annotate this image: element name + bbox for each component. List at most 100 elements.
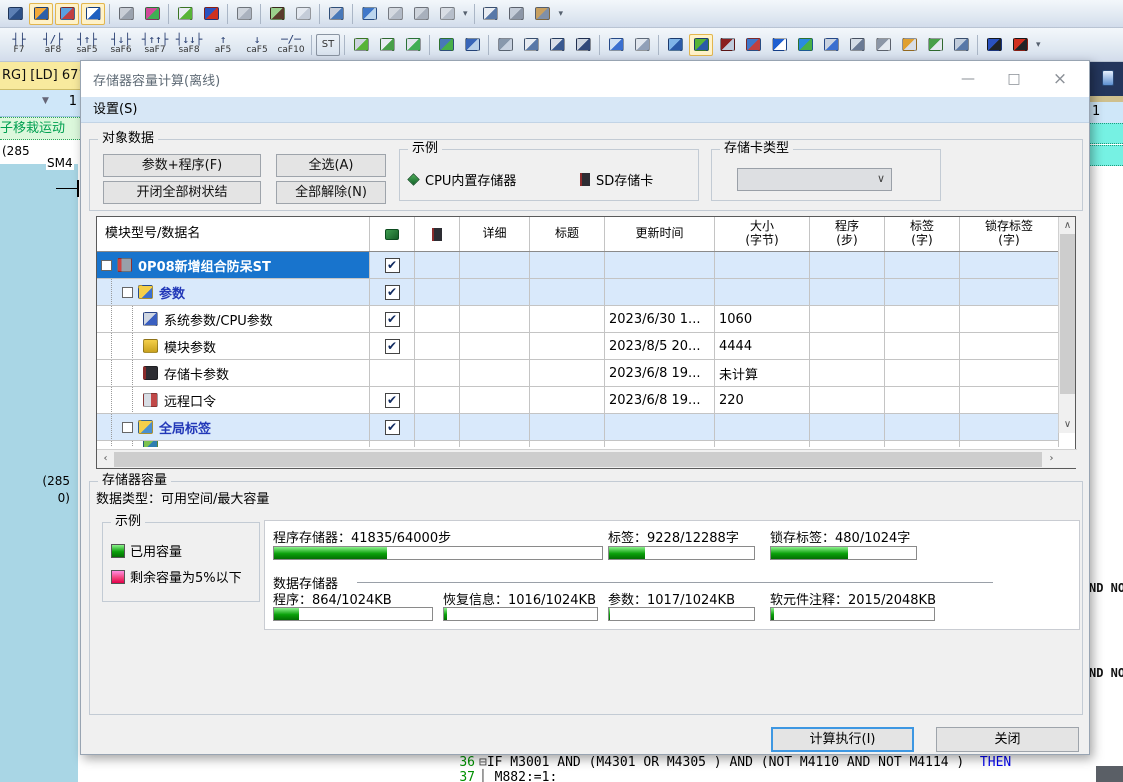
pulse-close-button[interactable]: ┤↓↓├saF8 [173, 30, 205, 60]
close-button[interactable]: 关闭 [936, 727, 1079, 752]
open-contact-button[interactable]: ┤├F7 [3, 30, 35, 60]
scroll-left-icon[interactable]: ‹ [97, 450, 114, 469]
vertical-scrollbar[interactable]: ∧ ∨ [1058, 217, 1075, 433]
rebuild-all-icon[interactable] [140, 3, 164, 25]
statement-edit-icon[interactable] [434, 34, 458, 56]
pulse-open-button[interactable]: ┤↑↑├saF7 [139, 30, 171, 60]
list-view-icon[interactable] [479, 3, 503, 25]
invert-result-button[interactable]: ─/─caF10 [275, 30, 307, 60]
offline-gray-icon[interactable] [232, 3, 256, 25]
find-edit-icon[interactable] [741, 34, 765, 56]
drop-1-icon[interactable] [291, 3, 315, 25]
save-red-icon[interactable] [1008, 34, 1032, 56]
check-list-icon[interactable] [923, 34, 947, 56]
card-type-select[interactable]: ∨ [737, 168, 892, 191]
cpu-memory-checkbox[interactable]: ✔ [385, 285, 400, 300]
table-row[interactable]: 远程口令✔2023/6/8 19...220 [97, 387, 1059, 414]
note-open-icon[interactable] [375, 34, 399, 56]
cpu-memory-checkbox[interactable]: ✔ [385, 393, 400, 408]
tree-expand-box[interactable] [122, 287, 133, 298]
user-lib-icon[interactable] [531, 3, 555, 25]
binocular-gray-icon[interactable] [409, 3, 433, 25]
scroll-right-icon[interactable]: › [1043, 450, 1060, 469]
build-gray-icon[interactable] [114, 3, 138, 25]
close-contact-button[interactable]: ┤/├aF8 [37, 30, 69, 60]
rising-edge-button[interactable]: ↑aF5 [207, 30, 239, 60]
overflow-chevron-icon[interactable]: ▾ [1036, 40, 1041, 50]
save-blue-icon[interactable] [982, 34, 1006, 56]
cpu-memory-checkbox[interactable]: ✔ [385, 339, 400, 354]
dav-transfer-icon[interactable] [793, 34, 817, 56]
watch-window-icon[interactable] [357, 3, 381, 25]
chevron-down-icon[interactable]: ▼ [42, 96, 49, 106]
dialog-titlebar[interactable]: 存储器容量计算(离线) — □ × [81, 61, 1089, 97]
close-branch-button[interactable]: ┤↓├saF6 [105, 30, 137, 60]
select-all-button[interactable]: 全选(A) [276, 154, 386, 177]
table-row[interactable]: 全局标签✔ [97, 414, 1059, 441]
add-row-icon[interactable] [819, 34, 843, 56]
menu-settings[interactable]: 设置(S) [93, 102, 137, 117]
table-row[interactable] [97, 441, 1059, 447]
open-branch-button[interactable]: ┤↑├saF5 [71, 30, 103, 60]
st-editor-button[interactable]: ST [316, 34, 340, 56]
find-ladder-icon[interactable] [715, 34, 739, 56]
fold-icon[interactable]: ⊟ [479, 755, 487, 770]
insert-line-icon[interactable] [604, 34, 628, 56]
param-program-button[interactable]: 参数+程序(F) [103, 154, 261, 177]
coil-edit-icon[interactable] [349, 34, 373, 56]
table-row[interactable]: 模块参数✔2023/8/5 20...4444 [97, 333, 1059, 360]
align-list-icon[interactable] [871, 34, 895, 56]
watch-start-icon[interactable] [29, 3, 53, 25]
comment-find-icon[interactable] [949, 34, 973, 56]
cpu-memory-checkbox[interactable]: ✔ [385, 258, 400, 273]
doc-search-icon[interactable] [545, 34, 569, 56]
minimize-button[interactable]: — [945, 61, 991, 97]
io-check-icon[interactable] [199, 3, 223, 25]
tree-guide [132, 360, 133, 386]
deselect-all-button[interactable]: 全部解除(N) [276, 181, 386, 204]
table-row[interactable]: 存储卡参数2023/6/8 19...未计算 [97, 360, 1059, 387]
doc-search2-icon[interactable] [571, 34, 595, 56]
calculate-execute-button[interactable]: 计算执行(I) [771, 727, 914, 752]
scroll-down-icon[interactable]: ∨ [1059, 416, 1076, 433]
tree-expand-box[interactable] [122, 422, 133, 433]
device-eye-icon[interactable] [265, 3, 289, 25]
table-row[interactable]: 系统参数/CPU参数✔2023/6/30 1...1060 [97, 306, 1059, 333]
overflow-chevron-icon[interactable]: ▾ [559, 9, 564, 19]
doc-read-icon[interactable] [519, 34, 543, 56]
close-icon[interactable]: × [1037, 61, 1083, 97]
overflow-chevron-icon[interactable]: ▾ [463, 9, 468, 19]
tree-expand-icon[interactable] [663, 34, 687, 56]
battery-gray-icon[interactable] [435, 3, 459, 25]
grid-view-icon[interactable] [505, 3, 529, 25]
statement-table-icon[interactable] [460, 34, 484, 56]
falling-edge-button[interactable]: ↓caF5 [241, 30, 273, 60]
latch-cell [960, 441, 1059, 447]
scrollbar-thumb[interactable] [1060, 234, 1075, 394]
dav-search-icon[interactable] [767, 34, 791, 56]
del-row-icon[interactable] [845, 34, 869, 56]
table-row[interactable]: 参数✔ [97, 279, 1059, 306]
element-list-icon[interactable] [81, 3, 105, 25]
tree-edit-icon[interactable] [689, 34, 713, 56]
undo-list-icon[interactable] [897, 34, 921, 56]
cpu-memory-checkbox[interactable]: ✔ [385, 312, 400, 327]
find-device-icon[interactable] [324, 3, 348, 25]
dm-param-bar [608, 607, 755, 621]
table-row[interactable]: 0P08新增组合防呆ST✔ [97, 252, 1059, 279]
edit-mode-icon[interactable] [173, 3, 197, 25]
delete-line-icon[interactable] [630, 34, 654, 56]
watch-stop-icon[interactable] [55, 3, 79, 25]
maximize-button[interactable]: □ [991, 61, 1037, 97]
toggle-tree-button[interactable]: 开闭全部树状结 [103, 181, 261, 204]
dock-gray-icon[interactable] [383, 3, 407, 25]
monitor-window-icon[interactable] [3, 3, 27, 25]
editor-tab[interactable]: RG] [LD] 671 [0, 62, 80, 90]
scroll-up-icon[interactable]: ∧ [1059, 217, 1076, 234]
tree-expand-box[interactable] [101, 260, 112, 271]
cpu-memory-checkbox[interactable]: ✔ [385, 420, 400, 435]
copy-ladder-icon[interactable] [493, 34, 517, 56]
note-close-icon[interactable] [401, 34, 425, 56]
horizontal-scrollbar[interactable]: ‹ › [97, 449, 1077, 468]
scrollbar-thumb[interactable] [114, 452, 1042, 467]
